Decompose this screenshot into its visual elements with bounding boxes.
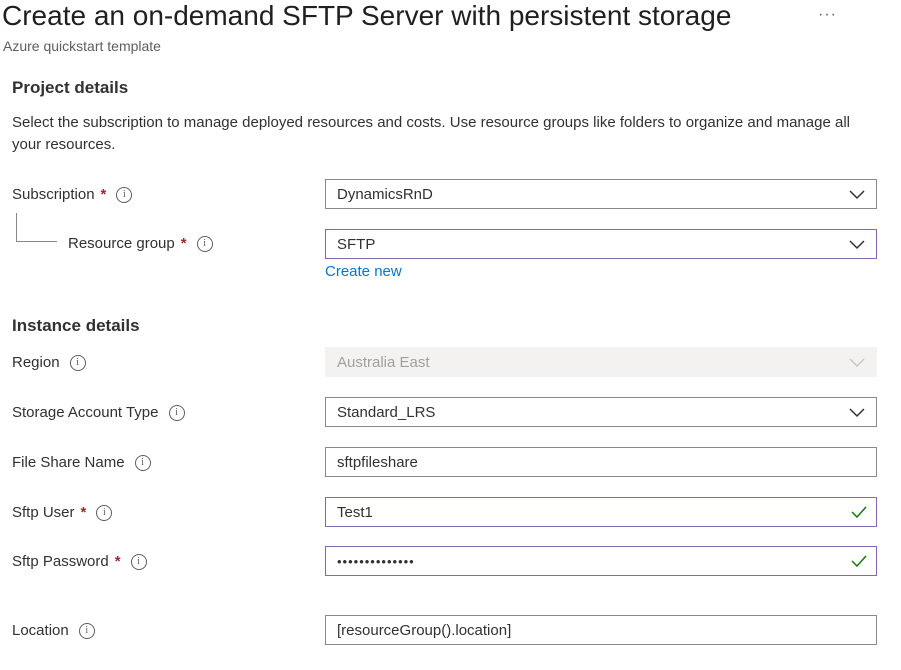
required-marker: * — [80, 504, 87, 521]
info-icon[interactable]: i — [134, 454, 151, 471]
info-icon[interactable]: i — [168, 404, 185, 421]
sftp-password-input[interactable]: •••••••••••••• — [325, 546, 877, 576]
info-icon[interactable]: i — [196, 235, 213, 252]
file-share-name-value: sftpfileshare — [337, 453, 418, 471]
chevron-down-icon — [849, 358, 865, 368]
region-value: Australia East — [337, 353, 430, 371]
more-options-button[interactable]: ··· — [818, 6, 837, 24]
location-value: [resourceGroup().location] — [337, 621, 512, 639]
sftp-password-value: •••••••••••••• — [337, 553, 415, 569]
file-share-name-input[interactable]: sftpfileshare — [325, 447, 877, 477]
location-label: Location i — [12, 622, 95, 639]
resource-group-value: SFTP — [337, 235, 376, 253]
resource-group-label: Resource group * i — [68, 235, 213, 252]
info-icon[interactable]: i — [130, 553, 147, 570]
sftp-password-label-text: Sftp Password — [12, 553, 109, 570]
storage-account-type-label: Storage Account Type i — [12, 404, 185, 421]
location-label-text: Location — [12, 622, 69, 639]
page-title: Create an on-demand SFTP Server with per… — [2, 0, 732, 31]
file-share-name-label: File Share Name i — [12, 454, 151, 471]
sftp-user-input[interactable]: Test1 — [325, 497, 877, 527]
subscription-value: DynamicsRnD — [337, 185, 433, 203]
checkmark-icon — [851, 555, 867, 567]
create-new-link[interactable]: Create new — [325, 263, 402, 280]
sftp-user-label: Sftp User * i — [12, 504, 113, 521]
info-icon[interactable]: i — [78, 622, 95, 639]
info-icon[interactable]: i — [116, 186, 133, 203]
sftp-user-label-text: Sftp User — [12, 504, 75, 521]
project-details-description: Select the subscription to manage deploy… — [12, 114, 850, 153]
resource-group-dropdown[interactable]: SFTP — [325, 229, 877, 259]
region-label: Region i — [12, 354, 86, 371]
file-share-name-label-text: File Share Name — [12, 454, 125, 471]
subscription-label: Subscription * i — [12, 186, 133, 203]
page-subtitle: Azure quickstart template — [3, 38, 161, 54]
info-icon[interactable]: i — [96, 504, 113, 521]
region-label-text: Region — [12, 354, 60, 371]
storage-account-type-label-text: Storage Account Type — [12, 404, 159, 421]
location-input[interactable]: [resourceGroup().location] — [325, 615, 877, 645]
storage-account-type-value: Standard_LRS — [337, 403, 436, 421]
sftp-password-label: Sftp Password * i — [12, 553, 147, 570]
region-dropdown: Australia East — [325, 347, 877, 377]
info-icon[interactable]: i — [69, 354, 86, 371]
subscription-label-text: Subscription — [12, 186, 95, 203]
instance-details-heading: Instance details — [12, 316, 140, 335]
project-details-heading: Project details — [12, 78, 129, 97]
subscription-dropdown[interactable]: DynamicsRnD — [325, 179, 877, 209]
checkmark-icon — [851, 506, 867, 518]
chevron-down-icon — [849, 240, 865, 250]
required-marker: * — [180, 235, 187, 252]
required-marker: * — [114, 553, 121, 570]
sftp-user-value: Test1 — [337, 503, 373, 521]
chevron-down-icon — [849, 408, 865, 418]
resource-group-label-text: Resource group — [68, 235, 175, 252]
tree-connector — [16, 213, 57, 242]
chevron-down-icon — [849, 190, 865, 200]
required-marker: * — [100, 186, 107, 203]
storage-account-type-dropdown[interactable]: Standard_LRS — [325, 397, 877, 427]
